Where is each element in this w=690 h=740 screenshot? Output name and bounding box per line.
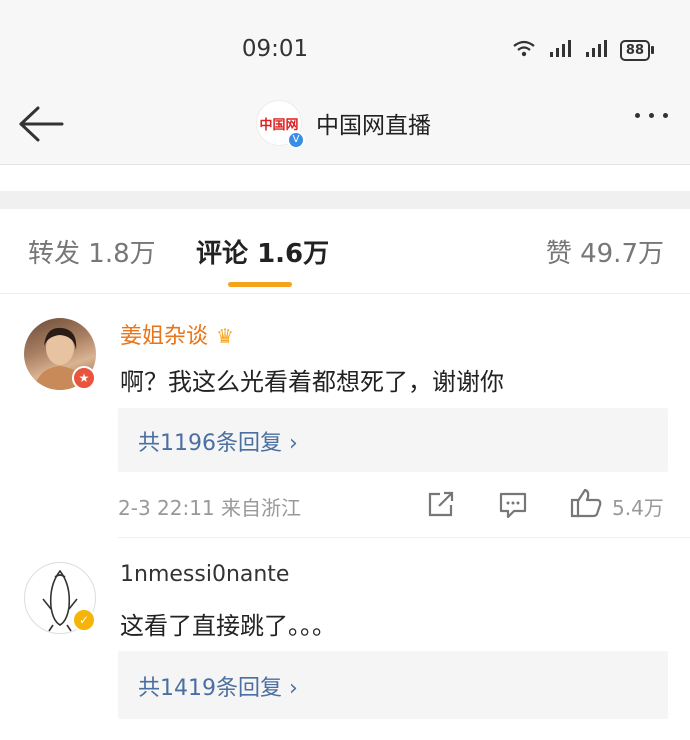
tab-like-count: 49.7万 (580, 239, 664, 269)
chevron-right-icon: › (289, 676, 298, 701)
more-icon-dot (635, 113, 640, 118)
replies-link[interactable]: 共1419条回复 › (138, 670, 298, 702)
back-arrow-icon (19, 106, 64, 142)
share-icon (428, 491, 454, 517)
replies-count: 共1419条回复 (138, 676, 282, 701)
replies-link[interactable]: 共1196条回复 › (138, 425, 298, 457)
rank-badge-icon: ★ (72, 366, 96, 390)
like-button[interactable] (570, 488, 602, 522)
replies-count: 共1196条回复 (138, 431, 282, 456)
signal-icon-2 (584, 38, 610, 62)
comment-icon (499, 492, 527, 519)
battery-indicator: 88 (619, 39, 654, 61)
status-time: 09:01 (241, 36, 309, 62)
comment-text: 这看了直接跳了。。。 (120, 612, 336, 640)
comment-username[interactable]: 姜姐杂谈 ♛ (120, 318, 234, 350)
content-gap (0, 165, 690, 191)
like-count: 5.4万 (612, 496, 664, 520)
comment-button[interactable] (498, 490, 528, 524)
account-avatar[interactable]: 中国网 V (256, 100, 305, 149)
battery-tip (651, 46, 654, 54)
share-button[interactable] (426, 490, 456, 522)
status-icons: 88 (510, 38, 654, 62)
tab-like[interactable]: 赞 49.7万 (546, 233, 664, 270)
wifi-icon (510, 38, 538, 62)
tab-comment-count: 1.6万 (257, 239, 330, 269)
verified-badge-icon: ✓ (72, 608, 96, 632)
verified-badge-icon: V (287, 131, 305, 149)
more-button[interactable] (635, 113, 668, 118)
tab-comment-label: 评论 (196, 239, 249, 269)
chevron-right-icon: › (289, 431, 298, 456)
replies-box[interactable]: 共1196条回复 › (118, 408, 668, 472)
logo-text: 中国网 (259, 117, 299, 133)
page-title: 中国网直播 (316, 113, 431, 139)
more-icon-dot (649, 113, 654, 118)
tab-like-label: 赞 (545, 239, 572, 269)
active-tab-indicator (228, 282, 292, 287)
comment-text: 啊？我这么光看着都想死了，谢谢你 (120, 368, 504, 396)
interaction-tabs: 转发 1.8万 评论 1.6万 赞 49.7万 (0, 209, 690, 294)
more-icon-dot (663, 113, 668, 118)
back-button[interactable] (16, 102, 66, 146)
tab-comment[interactable]: 评论 1.6万 (196, 233, 329, 270)
battery-level: 88 (619, 39, 650, 61)
top-nav-bar: 中国网 V 中国网直播 (0, 100, 690, 165)
signal-icon-1 (548, 38, 574, 62)
section-divider (0, 191, 690, 209)
tab-repost-label: 转发 (28, 239, 81, 269)
account-header[interactable]: 中国网 V 中国网直播 (256, 100, 431, 149)
status-bar: 09:01 88 (0, 0, 690, 100)
tab-repost-count: 1.8万 (88, 239, 156, 269)
replies-box[interactable]: 共1419条回复 › (118, 651, 668, 719)
crown-icon: ♛ (216, 324, 234, 348)
comment-meta: 2-3 22:11 来自浙江 (118, 496, 302, 520)
thumb-up-icon (570, 488, 602, 518)
comment-divider (118, 537, 690, 538)
tab-repost[interactable]: 转发 1.8万 (28, 233, 156, 270)
username-text: 姜姐杂谈 (120, 324, 209, 349)
comment-username[interactable]: 1nmessi0nante (120, 562, 289, 587)
